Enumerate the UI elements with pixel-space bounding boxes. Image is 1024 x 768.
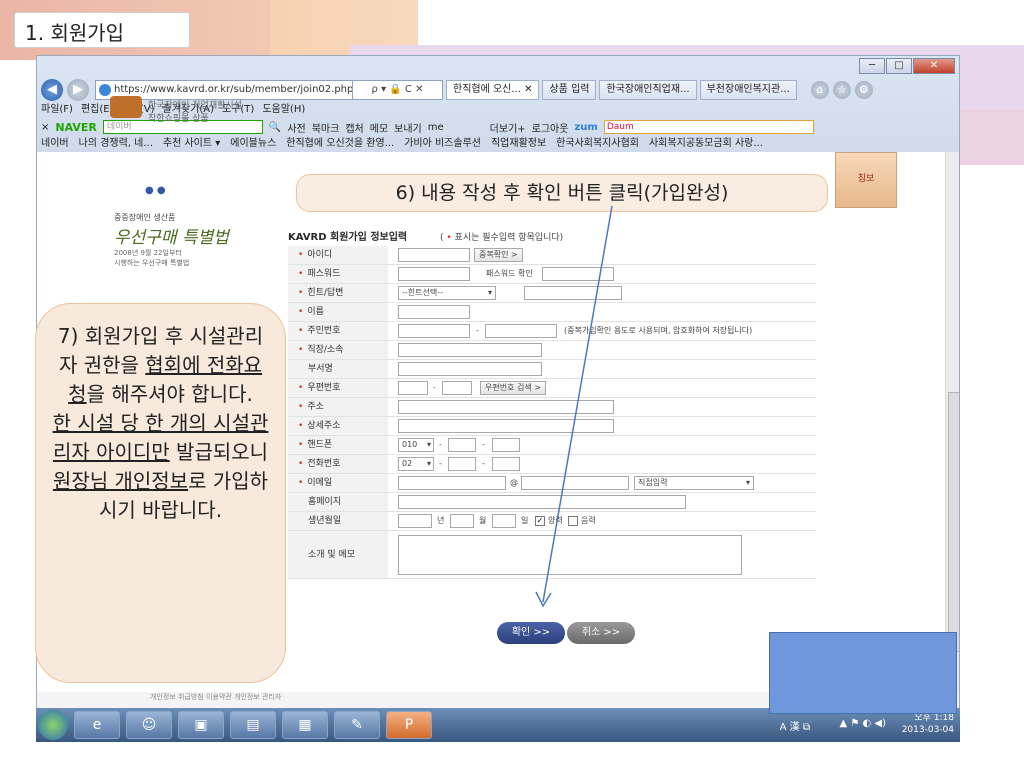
callout-arrow (535, 205, 613, 608)
arrow-line (542, 205, 613, 603)
